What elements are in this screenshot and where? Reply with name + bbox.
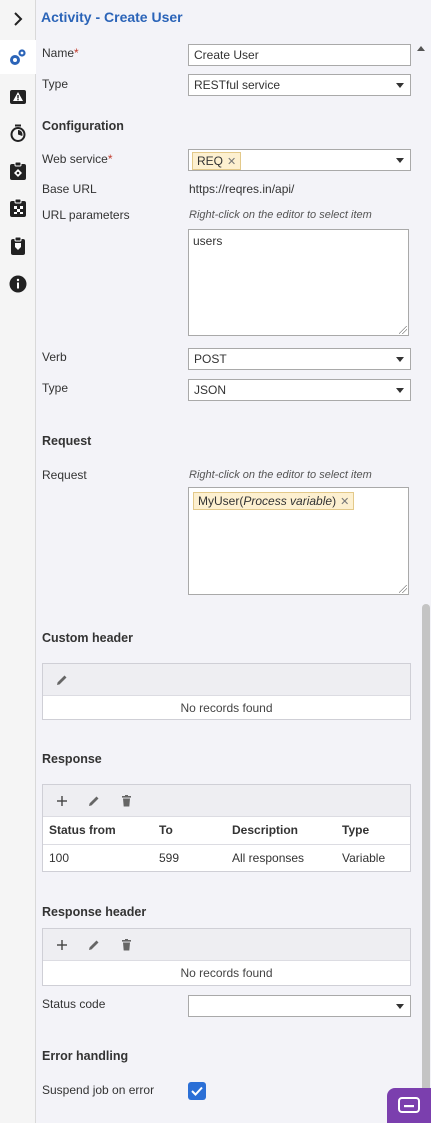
- resize-handle[interactable]: [399, 585, 407, 593]
- name-label: Name*: [42, 46, 79, 60]
- request-editor[interactable]: MyUser (Process variable) ✕: [188, 487, 409, 595]
- scroll-up-arrow[interactable]: [417, 46, 425, 51]
- chevron-down-icon: [396, 388, 404, 393]
- suspend-job-checkbox[interactable]: [188, 1082, 206, 1100]
- web-service-select[interactable]: REQ ✕: [188, 149, 411, 171]
- cell-to: 599: [159, 850, 180, 865]
- warning-icon[interactable]: [8, 86, 28, 106]
- column-header-status-from[interactable]: Status from: [43, 817, 153, 845]
- request-label: Request: [42, 468, 87, 482]
- base-url-value: https://reqres.in/api/: [189, 182, 295, 196]
- column-header-to[interactable]: To: [153, 817, 226, 845]
- column-header-description[interactable]: Description: [226, 817, 336, 845]
- delete-icon[interactable]: [117, 792, 135, 810]
- status-code-select[interactable]: [188, 995, 411, 1017]
- base-url-label: Base URL: [42, 182, 97, 196]
- content-type-select[interactable]: JSON: [188, 379, 411, 401]
- timer-icon[interactable]: [8, 123, 28, 143]
- suspend-job-label: Suspend job on error: [42, 1083, 155, 1097]
- custom-header-empty: No records found: [180, 701, 273, 715]
- add-icon[interactable]: [53, 792, 71, 810]
- verb-select[interactable]: POST: [188, 348, 411, 370]
- panel-title: Activity - Create User: [41, 9, 183, 25]
- custom-header-grid: No records found: [42, 663, 411, 720]
- cell-status-from: 100: [49, 850, 70, 865]
- custom-header-toolbar: [43, 664, 410, 696]
- remove-chip-icon[interactable]: ✕: [340, 495, 349, 508]
- web-service-chip: REQ ✕: [192, 152, 242, 170]
- chevron-down-icon: [396, 158, 404, 163]
- scrollbar-thumb[interactable]: [422, 604, 430, 1104]
- cell-type: Variable: [342, 850, 386, 865]
- edit-icon[interactable]: [85, 792, 103, 810]
- checkmark-icon: [191, 1086, 203, 1096]
- status-code-label: Status code: [42, 997, 106, 1011]
- cell-description: All responses: [232, 850, 305, 865]
- chat-launcher-button[interactable]: [387, 1088, 431, 1123]
- chevron-down-icon: [396, 357, 404, 362]
- request-hint: Right-click on the editor to select item: [189, 469, 372, 481]
- verb-label: Verb: [42, 350, 67, 364]
- edit-icon[interactable]: [85, 936, 103, 954]
- request-heading: Request: [42, 434, 92, 448]
- error-handling-heading: Error handling: [42, 1049, 129, 1063]
- info-icon[interactable]: [8, 274, 28, 294]
- content-type-label: Type: [42, 381, 69, 395]
- edit-icon[interactable]: [53, 671, 71, 689]
- url-parameters-label: URL parameters: [42, 208, 130, 222]
- clipboard-settings-icon[interactable]: [8, 161, 28, 181]
- web-service-label: Web service*: [42, 152, 113, 166]
- name-input[interactable]: [188, 44, 411, 66]
- url-parameters-hint: Right-click on the editor to select item: [189, 209, 372, 221]
- response-header-toolbar: [43, 929, 410, 961]
- side-rail: [0, 0, 37, 1123]
- response-header-empty: No records found: [180, 966, 273, 980]
- column-header-type[interactable]: Type: [336, 817, 410, 845]
- type-select[interactable]: RESTful service: [188, 74, 411, 96]
- response-header-heading: Response header: [42, 905, 147, 919]
- request-chip: MyUser (Process variable) ✕: [193, 492, 355, 510]
- chevron-down-icon: [396, 1004, 404, 1009]
- resize-handle[interactable]: [399, 326, 407, 334]
- configuration-heading: Configuration: [42, 119, 124, 133]
- type-label: Type: [42, 77, 69, 91]
- url-parameters-editor[interactable]: users: [188, 229, 409, 336]
- table-row[interactable]: 100 599 All responses Variable: [43, 844, 410, 871]
- clipboard-check-icon[interactable]: [8, 236, 28, 256]
- gears-icon[interactable]: [8, 48, 28, 68]
- response-header-grid: No records found: [42, 928, 411, 986]
- flag-checkered-icon[interactable]: [8, 198, 28, 218]
- response-toolbar: [43, 785, 410, 817]
- chat-icon: [398, 1096, 420, 1113]
- chevron-down-icon: [396, 83, 404, 88]
- chevron-right-icon[interactable]: [8, 9, 28, 29]
- response-table: Status from To Description Type 100 599 …: [43, 817, 410, 871]
- custom-header-heading: Custom header: [42, 631, 133, 645]
- response-heading: Response: [42, 752, 102, 766]
- remove-chip-icon[interactable]: ✕: [227, 155, 236, 168]
- response-table-header: Status from To Description Type: [43, 817, 410, 845]
- add-icon[interactable]: [53, 936, 71, 954]
- response-grid: Status from To Description Type 100 599 …: [42, 784, 411, 872]
- delete-icon[interactable]: [117, 936, 135, 954]
